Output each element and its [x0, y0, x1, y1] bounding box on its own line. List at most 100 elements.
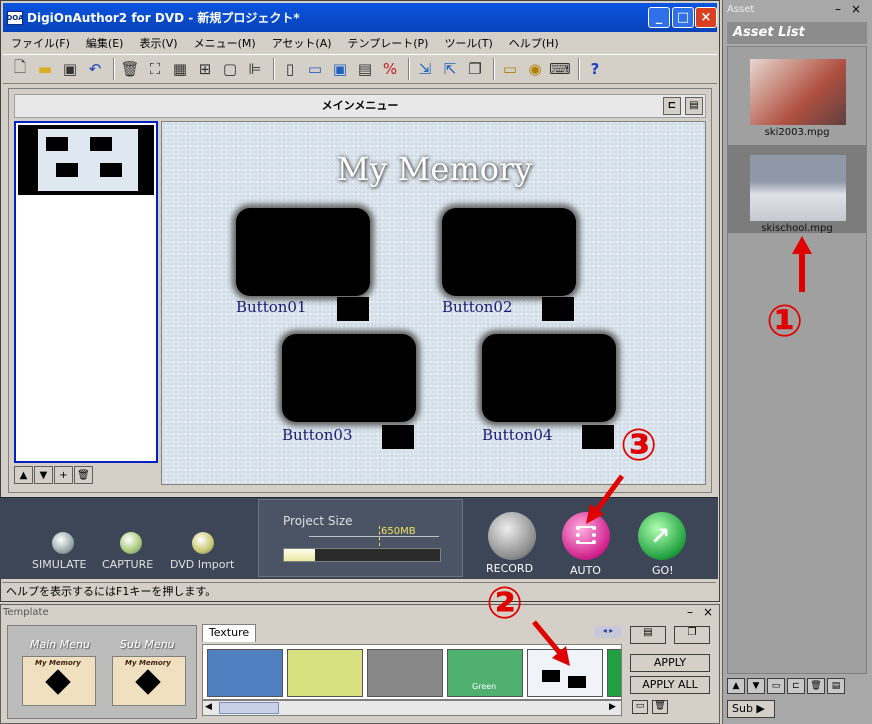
menu-thumbnail-selected[interactable]	[18, 125, 154, 195]
project-size-scale	[309, 536, 439, 546]
percent-icon[interactable]: %	[379, 58, 401, 80]
dvd-import-lamp-icon[interactable]	[192, 532, 214, 554]
maximize-button[interactable]: □	[672, 7, 694, 28]
add-icon[interactable]: +	[54, 466, 73, 484]
help-icon[interactable]: ?	[584, 58, 606, 80]
layout-horizontal-icon[interactable]: ▭	[304, 58, 326, 80]
annotation-marker-1: ①	[766, 296, 804, 347]
simulate-lamp-icon[interactable]	[52, 532, 74, 554]
template-thumb-yellow[interactable]	[287, 649, 363, 697]
scroll-thumb[interactable]	[219, 702, 279, 714]
go-label[interactable]: GO!	[652, 564, 674, 577]
open-folder-icon[interactable]: ▬	[34, 58, 56, 80]
template-trash-icon[interactable]: 🗑	[652, 700, 668, 714]
go-button[interactable]: ↗	[638, 512, 686, 560]
menu-button-3[interactable]	[282, 334, 416, 422]
group-icon[interactable]: ⊞	[194, 58, 216, 80]
menu-button-label[interactable]: Button04	[482, 426, 553, 444]
trash-icon[interactable]: 🗑	[74, 466, 93, 484]
asset-list-icon[interactable]: ▤	[827, 678, 845, 694]
menu-tool[interactable]: ツール(T)	[436, 35, 500, 51]
asset-import-icon[interactable]: ⊏	[787, 678, 805, 694]
align-icon[interactable]: ⊫	[244, 58, 266, 80]
template-grid-view-icon[interactable]: ▤	[630, 626, 666, 644]
export-icon[interactable]: ⇲	[414, 58, 436, 80]
frame-icon[interactable]: ▢	[219, 58, 241, 80]
sub-menu-template[interactable]: My Memory	[112, 656, 186, 706]
asset-item-selected[interactable]: skischool.mpg	[728, 145, 866, 234]
template-thumb-green-label: Green	[472, 682, 497, 691]
monitor-icon[interactable]: ▣	[329, 58, 351, 80]
list-view-icon[interactable]: ▤	[685, 97, 703, 115]
capture-lamp-icon[interactable]	[120, 532, 142, 554]
scroll-right-icon[interactable]: ▶	[609, 702, 616, 712]
menu-button-1[interactable]	[236, 208, 370, 296]
dvd-import-label[interactable]: DVD Import	[170, 558, 234, 571]
undo-icon[interactable]: ↶	[84, 58, 106, 80]
asset-panel-close-icon[interactable]: ×	[851, 2, 861, 16]
menu-menu[interactable]: メニュー(M)	[186, 35, 264, 51]
record-label[interactable]: RECORD	[486, 562, 533, 575]
record-button[interactable]	[488, 512, 536, 560]
menu-file[interactable]: ファイル(F)	[3, 35, 78, 51]
template-thumb-gray[interactable]	[367, 649, 443, 697]
menu-help[interactable]: ヘルプ(H)	[501, 35, 567, 51]
menu-button-marker	[337, 297, 369, 321]
menu-view[interactable]: 表示(V)	[131, 35, 185, 51]
record-tool-icon[interactable]: ▭	[499, 58, 521, 80]
thumb-button	[100, 163, 122, 177]
grid-icon[interactable]: ▦	[169, 58, 191, 80]
add-menu-icon[interactable]: ⊏	[663, 97, 681, 115]
disc-icon[interactable]: ◉	[524, 58, 546, 80]
menu-button-label[interactable]: Button03	[282, 426, 353, 444]
delete-icon[interactable]: 🗑	[119, 58, 141, 80]
template-scroll-arrows-icon[interactable]: ◂ ▸	[594, 626, 622, 638]
asset-trash-icon[interactable]: 🗑	[807, 678, 825, 694]
template-thumb-green[interactable]: Green	[447, 649, 523, 697]
menu-title[interactable]: My Memory	[162, 150, 707, 188]
apply-all-button[interactable]: APPLY ALL	[630, 676, 710, 694]
new-file-icon[interactable]: 🗋	[9, 58, 31, 80]
sub-button[interactable]: Sub ▶	[727, 700, 775, 718]
template-folder-icon[interactable]: ▭	[632, 700, 648, 714]
template-close-icon[interactable]: ×	[703, 605, 713, 619]
menu-asset[interactable]: アセット(A)	[264, 35, 340, 51]
menu-button-2[interactable]	[442, 208, 576, 296]
simulate-label[interactable]: SIMULATE	[32, 558, 87, 571]
menu-button-label[interactable]: Button01	[236, 298, 307, 316]
sub-menu-template-title: My Memory	[125, 659, 171, 667]
asset-window-icon[interactable]: ▭	[767, 678, 785, 694]
toolbar: 🗋 ▬ ▣ ↶ 🗑 ⛶ ▦ ⊞ ▢ ⊫ ▯ ▭ ▣ ▤ % ⇲ ⇱ ❐ ▭ ◉ …	[3, 54, 717, 84]
asset-list: ski2003.mpg skischool.mpg	[727, 46, 867, 674]
template-thumb-partial[interactable]	[607, 649, 621, 697]
save-icon[interactable]: ▣	[59, 58, 81, 80]
auto-label[interactable]: AUTO	[570, 564, 601, 577]
asset-panel-minimize-icon[interactable]: –	[835, 2, 841, 16]
asset-down-icon[interactable]: ▼	[747, 678, 765, 694]
asset-up-icon[interactable]: ▲	[727, 678, 745, 694]
menu-template[interactable]: テンプレート(P)	[340, 35, 437, 51]
move-up-icon[interactable]: ▲	[14, 466, 33, 484]
template-minimize-icon[interactable]: –	[687, 605, 693, 619]
layout-vertical-icon[interactable]: ▯	[279, 58, 301, 80]
close-button[interactable]: ×	[695, 7, 717, 28]
scroll-left-icon[interactable]: ◀	[205, 702, 212, 712]
tab-texture[interactable]: Texture	[202, 624, 256, 642]
import-icon[interactable]: ⇱	[439, 58, 461, 80]
template-window-icon[interactable]: ❐	[674, 626, 710, 644]
fit-icon[interactable]: ⛶	[144, 58, 166, 80]
move-down-icon[interactable]: ▼	[34, 466, 53, 484]
table-icon[interactable]: ▤	[354, 58, 376, 80]
template-scrollbar[interactable]: ◀ ▶	[202, 700, 622, 716]
asset-item[interactable]: ski2003.mpg	[728, 49, 866, 138]
keyboard-icon[interactable]: ⌨	[549, 58, 571, 80]
main-menu-template[interactable]: My Memory	[22, 656, 96, 706]
menu-button-4[interactable]	[482, 334, 616, 422]
minimize-button[interactable]: _	[648, 7, 670, 28]
capture-label[interactable]: CAPTURE	[102, 558, 153, 571]
apply-button[interactable]: APPLY	[630, 654, 710, 672]
menu-button-label[interactable]: Button02	[442, 298, 513, 316]
menu-edit[interactable]: 編集(E)	[78, 35, 132, 51]
template-thumb-blue[interactable]	[207, 649, 283, 697]
layers-icon[interactable]: ❐	[464, 58, 486, 80]
